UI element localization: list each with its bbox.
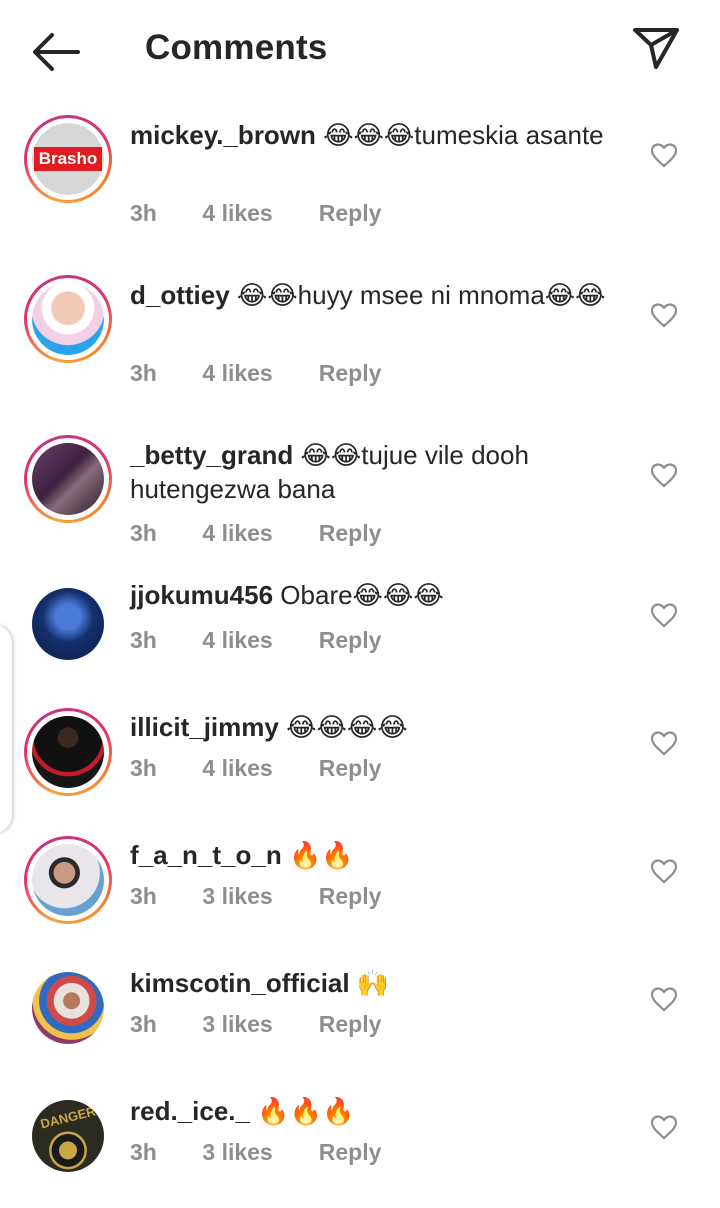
comment-list: Brasho mickey._brown 😂😂😂tumeskia asante … bbox=[0, 100, 720, 1192]
comment-likes[interactable]: 4 likes bbox=[202, 627, 312, 654]
reply-button[interactable]: Reply bbox=[319, 1139, 382, 1166]
comment-item: d_ottiey 😂😂huyy msee ni mnoma😂😂 3h 4 lik… bbox=[0, 260, 720, 420]
paper-plane-icon[interactable] bbox=[630, 24, 682, 72]
comment-time: 3h bbox=[130, 1011, 157, 1037]
comment-meta: 3h 4 likes Reply bbox=[130, 360, 381, 387]
comment-meta: 3h 3 likes Reply bbox=[130, 1139, 381, 1166]
reply-button[interactable]: Reply bbox=[319, 1011, 382, 1038]
comment-meta: 3h 3 likes Reply bbox=[130, 1011, 381, 1038]
comment-time: 3h bbox=[130, 755, 157, 781]
comment-meta: 3h 3 likes Reply bbox=[130, 883, 381, 910]
comment-item: jjokumu456 Obare😂😂😂 3h 4 likes Reply bbox=[0, 580, 720, 708]
comment-item: f_a_n_t_o_n 🔥🔥 3h 3 likes Reply bbox=[0, 836, 720, 964]
comment-time: 3h bbox=[130, 1139, 157, 1165]
heart-outline-icon[interactable] bbox=[650, 986, 678, 1012]
heart-outline-icon[interactable] bbox=[650, 858, 678, 884]
reply-button[interactable]: Reply bbox=[319, 520, 382, 547]
comment-meta: 3h 4 likes Reply bbox=[130, 627, 381, 654]
avatar[interactable] bbox=[24, 580, 112, 668]
comment-text: 🔥🔥 bbox=[288, 840, 354, 870]
reply-button[interactable]: Reply bbox=[319, 883, 382, 910]
avatar[interactable] bbox=[24, 964, 112, 1052]
comment-meta: 3h 4 likes Reply bbox=[130, 200, 381, 227]
comment-item: Brasho mickey._brown 😂😂😂tumeskia asante … bbox=[0, 100, 720, 260]
comment-meta: 3h 4 likes Reply bbox=[130, 520, 381, 547]
comment-body: mickey._brown 😂😂😂tumeskia asante bbox=[130, 118, 630, 152]
comment-item: illicit_jimmy 😂😂😂😂 3h 4 likes Reply bbox=[0, 708, 720, 836]
danger-label: DANGER bbox=[38, 1103, 98, 1132]
reply-button[interactable]: Reply bbox=[319, 627, 382, 654]
heart-outline-icon[interactable] bbox=[650, 1114, 678, 1140]
comment-username[interactable]: illicit_jimmy bbox=[130, 712, 279, 742]
comment-meta: 3h 4 likes Reply bbox=[130, 755, 381, 782]
comment-username[interactable]: f_a_n_t_o_n bbox=[130, 840, 282, 870]
avatar[interactable]: DANGER bbox=[24, 1092, 112, 1180]
heart-outline-icon[interactable] bbox=[650, 302, 678, 328]
comment-username[interactable]: d_ottiey bbox=[130, 280, 230, 310]
comment-body: d_ottiey 😂😂huyy msee ni mnoma😂😂 bbox=[130, 278, 630, 312]
comment-time: 3h bbox=[130, 360, 157, 386]
comment-text: 🔥🔥🔥 bbox=[257, 1096, 355, 1126]
comment-item: kimscotin_official 🙌 3h 3 likes Reply bbox=[0, 964, 720, 1092]
comment-time: 3h bbox=[130, 627, 157, 653]
reply-button[interactable]: Reply bbox=[319, 360, 382, 387]
comment-body: illicit_jimmy 😂😂😂😂 bbox=[130, 710, 630, 744]
reply-button[interactable]: Reply bbox=[319, 200, 382, 227]
page-title: Comments bbox=[145, 28, 328, 67]
heart-outline-icon[interactable] bbox=[650, 462, 678, 488]
comment-text: 🙌 bbox=[356, 968, 390, 998]
heart-outline-icon[interactable] bbox=[650, 142, 678, 168]
avatar[interactable] bbox=[24, 836, 112, 924]
comment-time: 3h bbox=[130, 883, 157, 909]
comment-text: Obare😂😂😂 bbox=[280, 580, 444, 610]
comment-body: kimscotin_official 🙌 bbox=[130, 966, 630, 1000]
brasho-label: Brasho bbox=[34, 147, 102, 171]
avatar[interactable] bbox=[24, 708, 112, 796]
comment-time: 3h bbox=[130, 520, 157, 546]
comment-likes[interactable]: 4 likes bbox=[202, 520, 312, 547]
brasho-logo: Brasho bbox=[32, 123, 104, 195]
comment-text: 😂😂huyy msee ni mnoma😂😂 bbox=[236, 280, 606, 310]
avatar[interactable]: Brasho bbox=[24, 115, 112, 203]
comment-time: 3h bbox=[130, 200, 157, 226]
comment-likes[interactable]: 3 likes bbox=[202, 883, 312, 910]
comment-username[interactable]: mickey._brown bbox=[130, 120, 316, 150]
heart-outline-icon[interactable] bbox=[650, 730, 678, 756]
comment-likes[interactable]: 3 likes bbox=[202, 1011, 312, 1038]
top-bar: Comments bbox=[0, 0, 720, 100]
comment-text: 😂😂😂😂 bbox=[286, 712, 408, 742]
reply-button[interactable]: Reply bbox=[319, 755, 382, 782]
avatar[interactable] bbox=[24, 275, 112, 363]
comment-likes[interactable]: 4 likes bbox=[202, 360, 312, 387]
comment-likes[interactable]: 4 likes bbox=[202, 200, 312, 227]
comment-username[interactable]: _betty_grand bbox=[130, 440, 293, 470]
arrow-left-icon[interactable] bbox=[30, 30, 82, 74]
comment-body: jjokumu456 Obare😂😂😂 bbox=[130, 578, 630, 612]
comment-item: _betty_grand 😂😂tujue vile dooh hutengezw… bbox=[0, 420, 720, 580]
avatar[interactable] bbox=[24, 435, 112, 523]
comment-body: _betty_grand 😂😂tujue vile dooh hutengezw… bbox=[130, 438, 630, 506]
comment-likes[interactable]: 4 likes bbox=[202, 755, 312, 782]
comment-body: red._ice._ 🔥🔥🔥 bbox=[130, 1094, 630, 1128]
comment-body: f_a_n_t_o_n 🔥🔥 bbox=[130, 838, 630, 872]
comment-item: DANGER red._ice._ 🔥🔥🔥 3h 3 likes Reply bbox=[0, 1092, 720, 1192]
heart-outline-icon[interactable] bbox=[650, 602, 678, 628]
comment-likes[interactable]: 3 likes bbox=[202, 1139, 312, 1166]
comment-username[interactable]: red._ice._ bbox=[130, 1096, 250, 1126]
comment-username[interactable]: kimscotin_official bbox=[130, 968, 350, 998]
comment-text: 😂😂😂tumeskia asante bbox=[323, 120, 604, 150]
comment-username[interactable]: jjokumu456 bbox=[130, 580, 273, 610]
